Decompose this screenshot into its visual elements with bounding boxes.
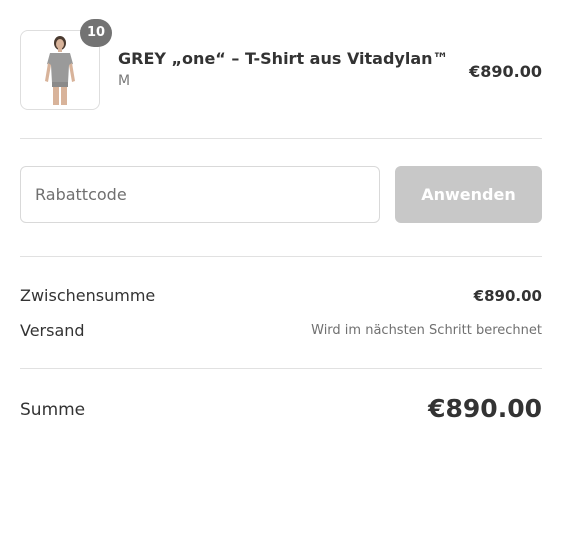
shipping-value: Wird im nächsten Schritt berechnet <box>311 323 542 338</box>
product-name: GREY „one“ – T-Shirt aus Vitadylan™ <box>118 49 449 68</box>
product-price: €890.00 <box>469 62 542 81</box>
total-value: €890.00 <box>428 394 542 423</box>
divider <box>20 368 542 369</box>
subtotal-label: Zwischensumme <box>20 286 156 305</box>
discount-code-input[interactable] <box>20 166 380 223</box>
cart-line-item: 10 GREY „one“ – T-Shirt aus Vitadylan™ M… <box>20 19 542 110</box>
divider <box>20 256 542 257</box>
product-variant: M <box>118 73 131 89</box>
apply-discount-button[interactable]: Anwenden <box>395 166 542 223</box>
total-label: Summe <box>20 400 86 420</box>
product-thumbnail: 10 <box>20 19 112 110</box>
divider <box>20 138 542 139</box>
subtotal-value: €890.00 <box>473 287 542 305</box>
quantity-badge: 10 <box>80 19 112 47</box>
shipping-label: Versand <box>20 321 85 340</box>
